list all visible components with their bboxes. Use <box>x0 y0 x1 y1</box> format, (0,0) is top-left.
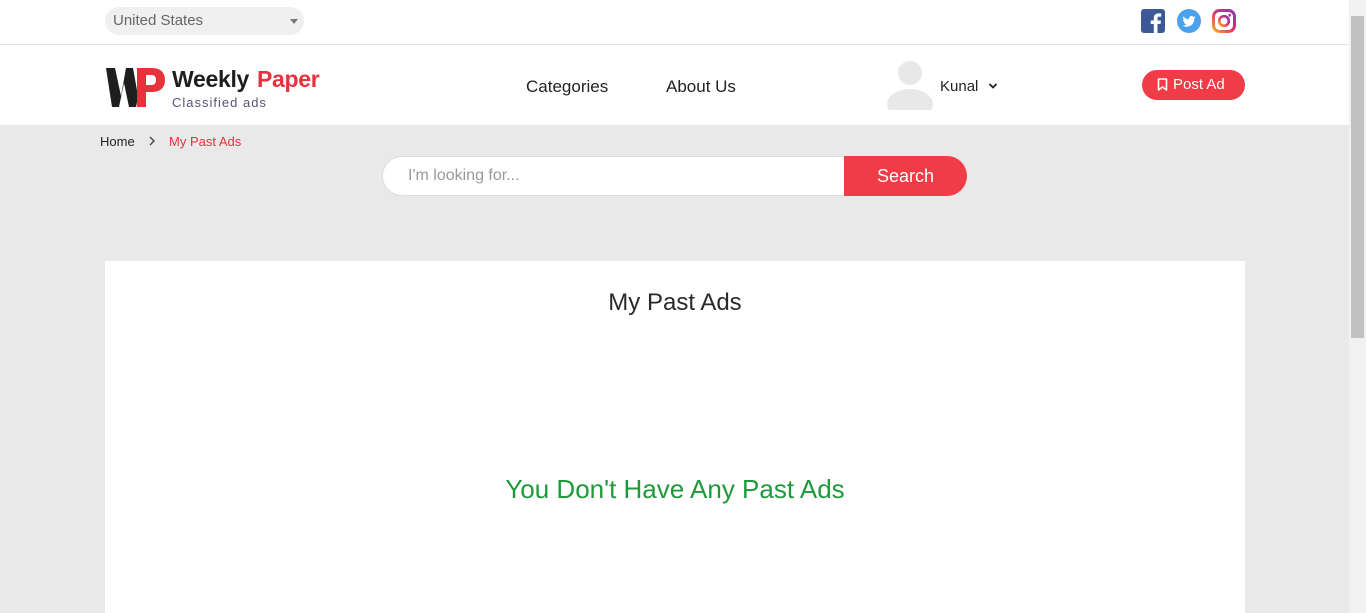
site-logo[interactable]: Weekly Paper Classified ads <box>106 66 326 112</box>
nav-categories[interactable]: Categories <box>526 77 608 97</box>
wp-logo-icon <box>106 68 165 107</box>
top-bar: United States <box>0 0 1349 45</box>
breadcrumb-current: My Past Ads <box>169 134 242 149</box>
search-button[interactable]: Search <box>844 156 967 196</box>
user-name[interactable]: Kunal <box>940 78 978 95</box>
nav-about-us[interactable]: About Us <box>666 77 736 97</box>
avatar[interactable] <box>886 59 934 110</box>
brand-tagline: Classified ads <box>172 95 267 110</box>
page-title: My Past Ads <box>608 289 742 316</box>
twitter-icon[interactable] <box>1177 9 1201 33</box>
country-select-value: United States <box>113 12 204 29</box>
search-bar: Search <box>382 156 967 196</box>
chevron-down-icon[interactable] <box>988 82 998 90</box>
post-ad-label: Post Ad <box>1173 76 1225 93</box>
bookmark-icon <box>1157 78 1168 91</box>
brand-name-accent: Paper <box>257 66 320 92</box>
brand-name: Weekly <box>172 66 250 92</box>
site-header: Weekly Paper Classified ads Categories A… <box>0 45 1349 125</box>
facebook-icon[interactable] <box>1141 9 1165 33</box>
page-scrollbar[interactable] <box>1349 0 1366 613</box>
country-select[interactable]: United States <box>105 7 304 35</box>
search-input[interactable] <box>382 156 848 196</box>
breadcrumb-home[interactable]: Home <box>100 134 135 149</box>
caret-down-icon <box>290 19 298 24</box>
empty-state-message: You Don't Have Any Past Ads <box>505 474 845 504</box>
scrollbar-thumb[interactable] <box>1351 16 1364 338</box>
post-ad-button[interactable]: Post Ad <box>1142 70 1245 100</box>
chevron-right-icon <box>149 136 155 146</box>
past-ads-panel: My Past Ads You Don't Have Any Past Ads <box>105 261 1245 613</box>
instagram-icon[interactable] <box>1212 9 1236 33</box>
